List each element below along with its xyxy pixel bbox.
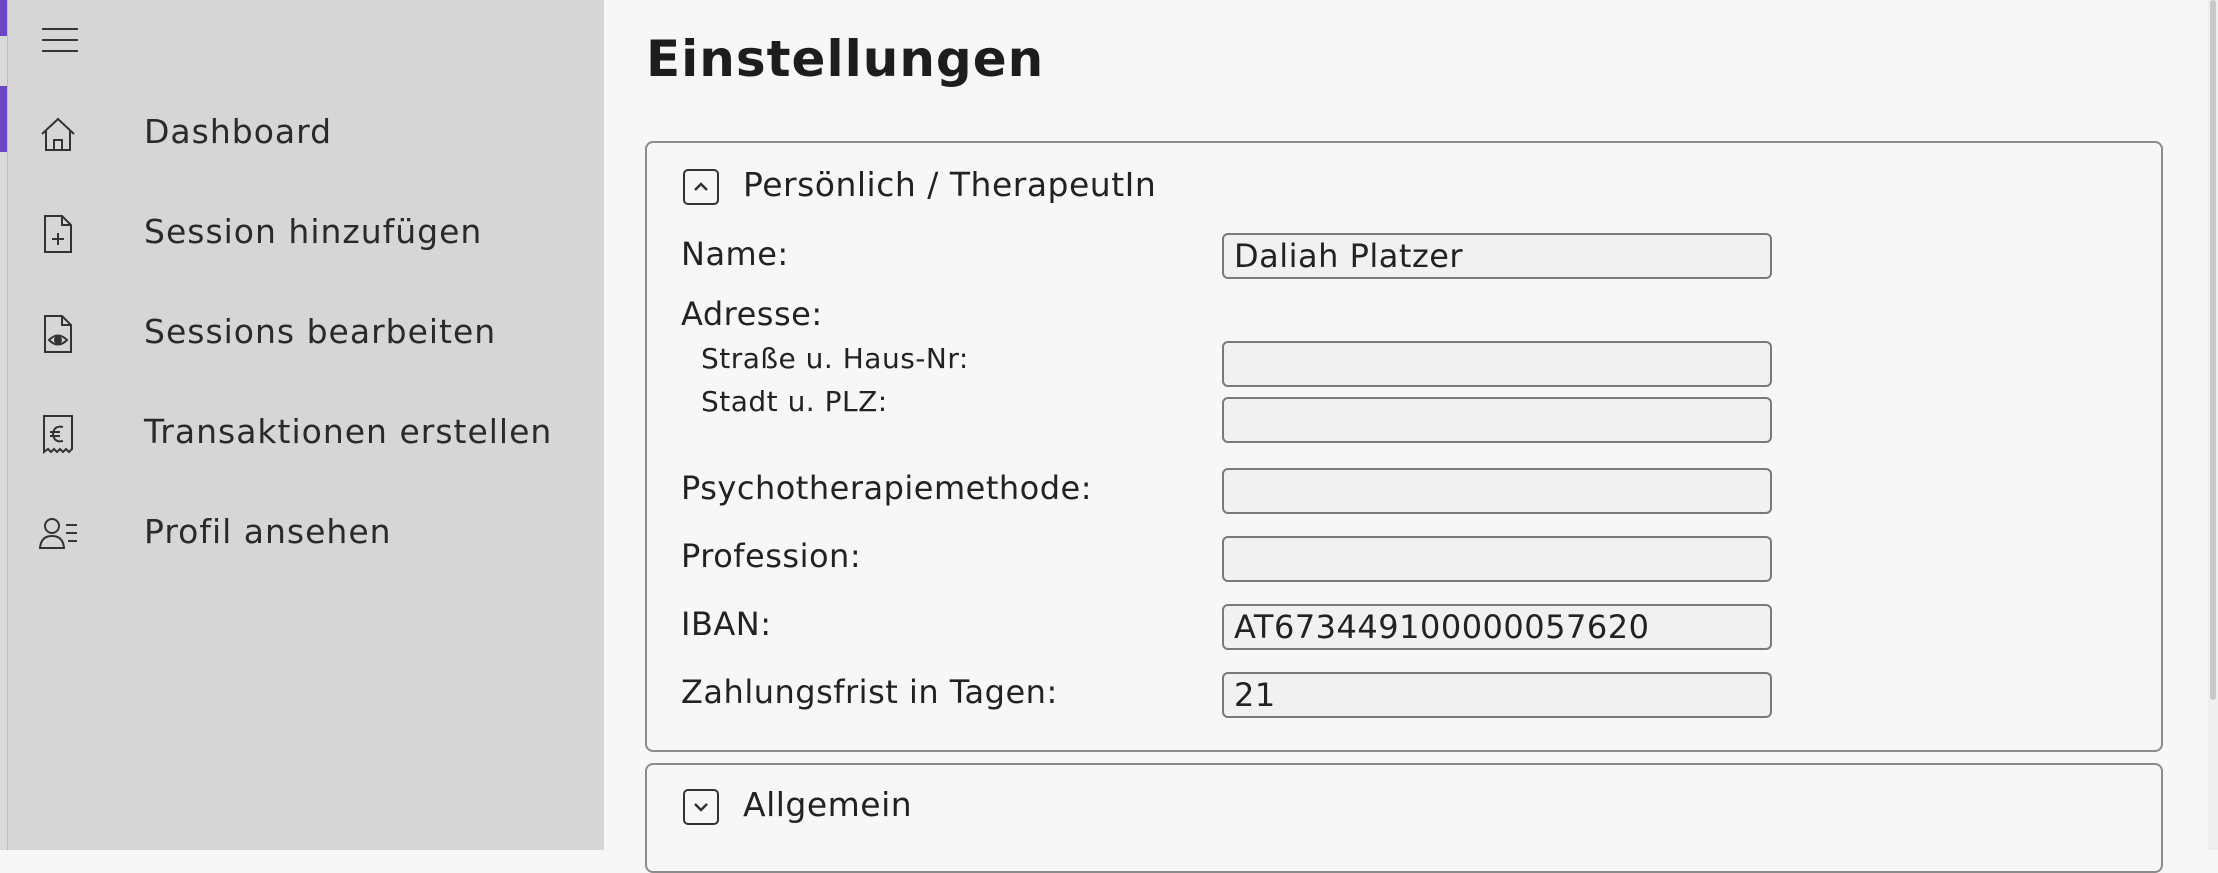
deadline-label: Zahlungsfrist in Tagen: <box>681 673 1058 711</box>
profession-field[interactable] <box>1222 536 1772 582</box>
profession-label: Profession: <box>681 537 862 575</box>
sidebar-item-dashboard[interactable]: Dashboard <box>20 84 612 180</box>
chevron-down-icon[interactable] <box>683 789 719 825</box>
street-label: Straße u. Haus-Nr: <box>701 342 969 375</box>
sidebar-item-label: Session hinzufügen <box>144 212 483 251</box>
sidebar-item-label: Profil ansehen <box>144 512 392 551</box>
personal-settings-panel: Persönlich / TherapeutIn Name: Adresse: … <box>645 141 2163 752</box>
name-field[interactable] <box>1222 233 1772 279</box>
panel-title-personal: Persönlich / TherapeutIn <box>743 165 1157 204</box>
panel-title-general: Allgemein <box>743 785 913 824</box>
city-field[interactable] <box>1222 397 1772 443</box>
city-label: Stadt u. PLZ: <box>701 385 888 418</box>
sidebar-item-label: Transaktionen erstellen <box>144 412 553 451</box>
sidebar-item-label: Dashboard <box>144 112 333 151</box>
file-add-icon <box>44 215 72 253</box>
euro-receipt-icon <box>43 415 73 454</box>
home-icon <box>41 117 75 151</box>
method-field[interactable] <box>1222 468 1772 514</box>
sidebar-item-transaktionen[interactable]: Transaktionen erstellen <box>20 384 612 480</box>
hamburger-icon[interactable] <box>36 22 82 58</box>
general-settings-panel: Allgemein <box>645 763 2163 873</box>
sidebar-item-session-hinzufuegen[interactable]: Session hinzufügen <box>20 184 612 280</box>
sidebar: Dashboard Session hinzufügen Sessions be… <box>8 0 604 850</box>
sidebar-item-label: Sessions bearbeiten <box>144 312 497 351</box>
payment-deadline-field[interactable] <box>1222 672 1772 718</box>
chevron-up-icon[interactable] <box>683 169 719 205</box>
background-window-edge <box>0 0 8 850</box>
street-field[interactable] <box>1222 341 1772 387</box>
iban-label: IBAN: <box>681 605 772 643</box>
main-content: Einstellungen Persönlich / TherapeutIn N… <box>604 0 2218 873</box>
file-view-icon <box>44 315 72 353</box>
profile-list-icon <box>38 518 77 549</box>
sidebar-item-profil[interactable]: Profil ansehen <box>20 484 612 580</box>
name-label: Name: <box>681 235 789 273</box>
address-label: Adresse: <box>681 295 823 333</box>
page-title: Einstellungen <box>646 30 1045 88</box>
sidebar-item-sessions-bearbeiten[interactable]: Sessions bearbeiten <box>20 284 612 380</box>
scrollbar[interactable] <box>2208 0 2218 850</box>
method-label: Psychotherapiemethode: <box>681 469 1093 507</box>
iban-field[interactable] <box>1222 604 1772 650</box>
